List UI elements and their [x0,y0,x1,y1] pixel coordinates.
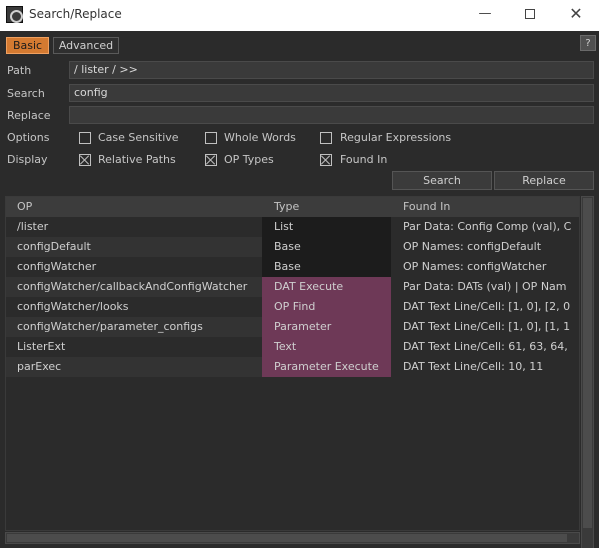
path-field[interactable]: / lister / >> [69,61,594,79]
cell-op: configWatcher/callbackAndConfigWatcher [17,280,248,293]
cell-op: configDefault [17,240,91,253]
op-types-checkbox[interactable] [205,154,217,166]
search-replace-panel: Basic Advanced ? Path / lister / >> Sear… [0,31,599,548]
vertical-scrollbar-thumb[interactable] [583,198,592,528]
cell-found-in: OP Names: configWatcher [391,257,579,277]
cell-op: configWatcher/parameter_configs [17,320,203,333]
minimize-button[interactable]: — [462,0,508,30]
table-header: OP Type Found In [6,197,579,217]
cell-found-in: DAT Text Line/Cell: [1, 0], [1, 1 [391,317,579,337]
replace-input[interactable] [69,106,594,124]
window-title: Search/Replace [29,7,122,21]
cell-type: Text [262,337,391,357]
cell-type: Parameter Execute [262,357,391,377]
close-button[interactable]: ✕ [553,0,599,30]
whole-words-checkbox[interactable] [205,132,217,144]
cell-type: Base [262,237,391,257]
search-button[interactable]: Search [392,171,492,190]
relative-paths-checkbox[interactable] [79,154,91,166]
close-icon: ✕ [569,4,583,23]
maximize-button[interactable] [507,0,553,30]
table-row[interactable]: configWatcher/parameter_configs Parameter… [6,317,579,337]
help-button[interactable]: ? [580,35,596,51]
app-icon [6,6,23,23]
results-table: OP Type Found In /lister List Par Data: Co… [5,196,580,531]
table-row[interactable]: configDefault Base OP Names: configDefault [6,237,579,257]
cell-op: ListerExt [17,340,66,353]
table-row[interactable]: ListerExt Text DAT Text Line/Cell: 61, 63,… [6,337,579,357]
cell-op: /lister [17,220,49,233]
op-types-label: OP Types [224,153,274,166]
found-in-checkbox[interactable] [320,154,332,166]
options-label: Options [7,131,50,144]
column-header-op[interactable]: OP [17,200,32,213]
cell-type: DAT Execute [262,277,391,297]
tab-basic[interactable]: Basic [6,37,49,54]
regular-expressions-checkbox[interactable] [320,132,332,144]
search-input[interactable]: config [69,84,594,102]
table-row[interactable]: configWatcher/looks OP Find DAT Text Line/… [6,297,579,317]
cell-found-in: DAT Text Line/Cell: 61, 63, 64, [391,337,579,357]
case-sensitive-checkbox[interactable] [79,132,91,144]
vertical-scrollbar[interactable] [581,196,594,548]
table-row[interactable]: configWatcher Base OP Names: configWatcher [6,257,579,277]
cell-op: configWatcher/looks [17,300,129,313]
case-sensitive-label: Case Sensitive [98,131,179,144]
path-label: Path [7,64,32,77]
display-label: Display [7,153,48,166]
horizontal-scrollbar-thumb[interactable] [7,534,567,542]
found-in-label: Found In [340,153,388,166]
cell-type: Base [262,257,391,277]
cell-type: Parameter [262,317,391,337]
cell-op: parExec [17,360,62,373]
table-row[interactable]: /lister List Par Data: Config Comp (val), … [6,217,579,237]
tab-advanced[interactable]: Advanced [53,37,119,54]
replace-label: Replace [7,109,51,122]
cell-op: configWatcher [17,260,97,273]
cell-found-in: Par Data: DATs (val) | OP Nam [391,277,579,297]
table-row[interactable]: parExec Parameter Execute DAT Text Line/Ce… [6,357,579,377]
cell-found-in: OP Names: configDefault [391,237,579,257]
replace-button[interactable]: Replace [494,171,594,190]
search-label: Search [7,87,45,100]
relative-paths-label: Relative Paths [98,153,176,166]
whole-words-label: Whole Words [224,131,296,144]
column-header-type[interactable]: Type [274,200,299,213]
cell-type: OP Find [262,297,391,317]
cell-found-in: DAT Text Line/Cell: [1, 0], [2, 0 [391,297,579,317]
cell-found-in: Par Data: Config Comp (val), C [391,217,579,237]
column-header-found-in[interactable]: Found In [403,200,450,213]
cell-found-in: DAT Text Line/Cell: 10, 11 [391,357,579,377]
cell-type: List [262,217,391,237]
maximize-icon [525,9,535,19]
title-bar: Search/Replace — ✕ [0,0,599,31]
minimize-icon: — [478,6,492,21]
regular-expressions-label: Regular Expressions [340,131,452,144]
table-row[interactable]: configWatcher/callbackAndConfigWatcher DA… [6,277,579,297]
horizontal-scrollbar[interactable] [5,532,580,544]
